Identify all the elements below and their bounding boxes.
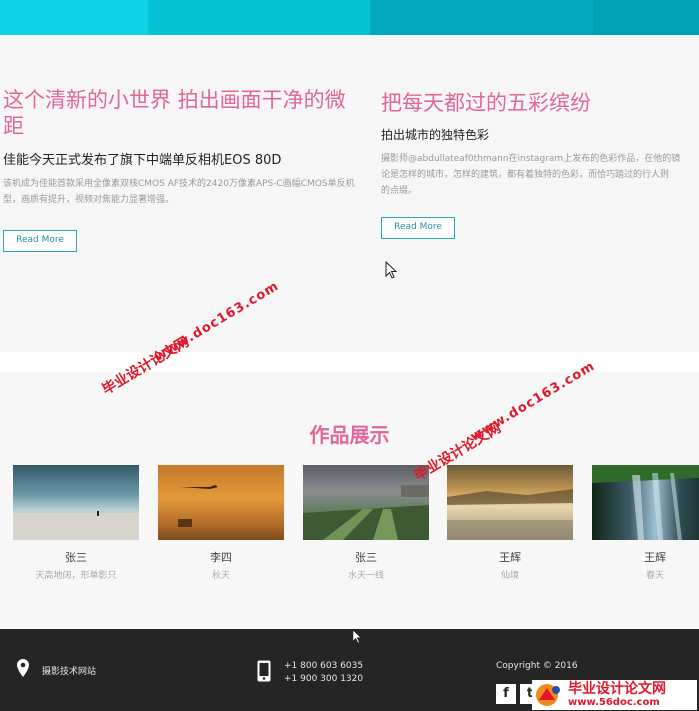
gallery-photo[interactable] <box>592 465 699 540</box>
gallery-item[interactable]: 王辉 仙境 <box>447 465 573 581</box>
gallery-photo[interactable] <box>158 465 284 540</box>
photo-caption: 春天 <box>645 571 664 581</box>
topbar-segment-4 <box>593 0 699 35</box>
mobile-phone-icon <box>257 660 271 686</box>
logo-url: www.56doc.com <box>568 697 660 708</box>
photo-caption: 天高地阔，形单影只 <box>35 571 117 581</box>
gallery-photo[interactable] <box>447 465 573 540</box>
facebook-icon[interactable]: f <box>496 684 516 704</box>
location-pin-icon <box>17 659 29 681</box>
logo-text: 毕业设计论文网 www.56doc.com <box>568 681 666 709</box>
phone-number[interactable]: +1 900 300 1320 <box>284 673 363 686</box>
gallery-item[interactable]: 李四 秋天 <box>158 465 284 581</box>
top-color-bar <box>0 0 699 35</box>
gallery-item[interactable]: 张三 天高地阔，形单影只 <box>13 465 139 581</box>
news-article-left: 这个清新的小世界 拍出画面干净的微距 佳能今天正式发布了旗下中端单反相机EOS … <box>3 87 363 252</box>
photographer-name: 王辉 <box>644 551 666 564</box>
article-description: 该机成为佳能首款采用全像素双核CMOS AF技术的2420万像素APS-C画幅C… <box>3 179 355 205</box>
article-description: 摄影师@abdullateaf0thmann在instagram上发布的色彩作品… <box>381 151 699 199</box>
photo-caption: 水天一线 <box>347 571 384 581</box>
description-line: 论是怎样的城市，怎样的建筑，都有着独特的色彩，而恰巧踏过的行人则 <box>381 170 670 180</box>
description-line: 摄影师@abdullateaf0thmann在instagram上发布的色彩作品… <box>381 154 681 164</box>
footer-phone-numbers: +1 800 603 6035 +1 900 300 1320 <box>284 660 363 686</box>
read-more-button[interactable]: Read More <box>381 217 455 239</box>
photographer-name: 张三 <box>355 551 377 564</box>
phone-number[interactable]: +1 800 603 6035 <box>284 660 363 673</box>
article-title[interactable]: 这个清新的小世界 拍出画面干净的微距 <box>3 87 363 139</box>
news-article-right: 把每天都过的五彩缤纷 拍出城市的独特色彩 摄影师@abdullateaf0thm… <box>381 90 699 239</box>
gallery-section: 作品展示 张三 天高地阔，形单影只 李四 秋天 张三 水天一线 王辉 仙境 王辉… <box>0 372 699 629</box>
footer-site-name: 摄影技术网站 <box>42 667 97 677</box>
topbar-segment-3 <box>370 0 593 35</box>
gallery-photo[interactable] <box>13 465 139 540</box>
description-line: 的点缀。 <box>381 186 418 196</box>
article-subtitle: 拍出城市的独特色彩 <box>381 128 490 142</box>
footer-copyright: Copyright © 2016 <box>496 661 578 671</box>
gallery-item[interactable]: 王辉 春天 <box>592 465 699 581</box>
photo-caption: 仙境 <box>500 571 519 581</box>
photo-caption: 秋天 <box>211 571 230 581</box>
photographer-name: 张三 <box>65 551 87 564</box>
read-more-button[interactable]: Read More <box>3 230 77 252</box>
watermark-logo: 毕业设计论文网 www.56doc.com <box>532 680 697 710</box>
topbar-segment-2 <box>148 0 370 35</box>
gallery-photo[interactable] <box>303 465 429 540</box>
photographer-name: 李四 <box>210 551 232 564</box>
photographer-name: 王辉 <box>499 551 521 564</box>
article-subtitle: 佳能今天正式发布了旗下中端单反相机EOS 80D <box>3 153 282 168</box>
news-section: 这个清新的小世界 拍出画面干净的微距 佳能今天正式发布了旗下中端单反相机EOS … <box>0 35 699 352</box>
logo-mark-icon <box>536 684 560 706</box>
topbar-segment-1 <box>0 0 148 35</box>
logo-title: 毕业设计论文网 <box>568 681 666 697</box>
gallery-item[interactable]: 张三 水天一线 <box>303 465 429 581</box>
gallery-title: 作品展示 <box>309 423 390 447</box>
article-title[interactable]: 把每天都过的五彩缤纷 <box>381 90 699 116</box>
